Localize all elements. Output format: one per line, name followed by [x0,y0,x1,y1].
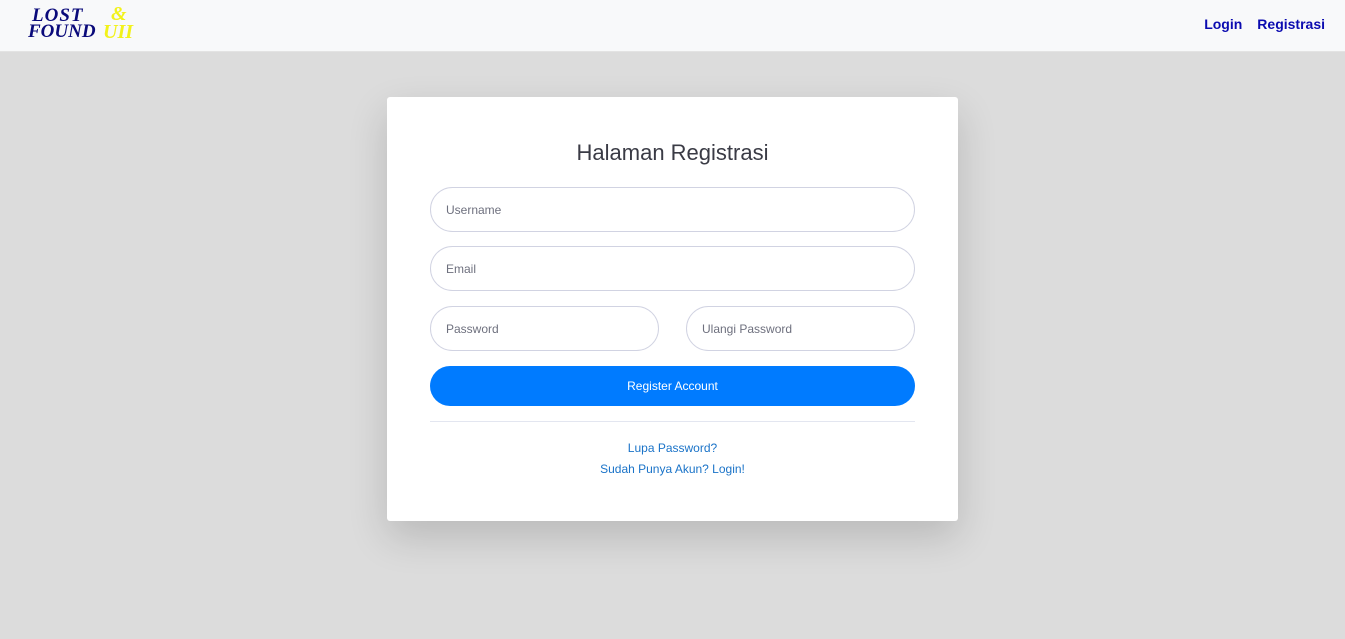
nav-register-link[interactable]: Registrasi [1257,16,1325,32]
page-title: Halaman Registrasi [576,140,769,165]
login-link: Sudah Punya Akun? Login! [387,462,958,476]
password-input[interactable] [430,306,659,351]
forgot-password-link-text[interactable]: Lupa Password? [628,441,717,455]
forgot-password-link: Lupa Password? [387,441,958,455]
register-account-button[interactable]: Register Account [430,366,915,406]
nav-links: Login Registrasi [1204,16,1325,32]
email-input[interactable] [430,246,915,291]
navbar: LOST & FOUND UII Login Registrasi [0,0,1345,52]
registration-card: Halaman Registrasi Register Account Lupa… [387,97,958,521]
repeat-password-input[interactable] [686,306,915,351]
divider [430,421,915,422]
brand-logo[interactable]: LOST & FOUND UII [28,4,148,46]
login-link-text[interactable]: Sudah Punya Akun? Login! [600,462,745,476]
username-input[interactable] [430,187,915,232]
logo-text-found: FOUND [28,21,96,42]
logo-text-uii: UII [103,21,134,43]
nav-login-link[interactable]: Login [1204,16,1242,32]
